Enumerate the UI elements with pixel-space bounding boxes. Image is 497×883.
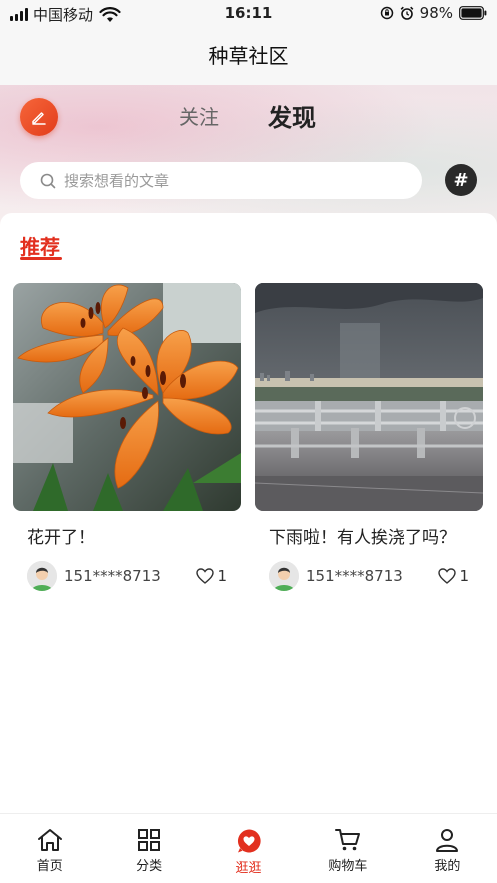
tab-home[interactable]: 首页 (0, 814, 99, 883)
grid-icon (138, 829, 161, 851)
user-avatar-icon (27, 561, 57, 591)
post-card[interactable]: 花开了！ 151****8713 1 (13, 283, 241, 592)
page-title: 种草社区 (208, 44, 289, 68)
tab-cart-label: 购物车 (328, 859, 368, 874)
battery-icon (459, 6, 487, 20)
avatar[interactable] (269, 561, 299, 591)
tab-browse[interactable]: 逛逛 (199, 814, 298, 883)
feed-panel: 推荐 花开了！ 151****8713 1 下雨啦！有人挨浇了吗？ 151***… (0, 213, 497, 813)
cart-icon (334, 829, 360, 851)
tab-profile-label: 我的 (434, 859, 461, 874)
tab-category[interactable]: 分类 (99, 814, 198, 883)
rotation-lock-icon (380, 6, 393, 20)
tab-browse-label: 逛逛 (235, 861, 262, 876)
section-title: 推荐 (20, 235, 60, 259)
author-name: 151****8713 (64, 567, 161, 585)
tab-cart[interactable]: 购物车 (298, 814, 397, 883)
write-post-button[interactable] (20, 98, 58, 136)
tab-discover[interactable]: 发现 (268, 98, 316, 133)
search-icon (40, 173, 56, 188)
tab-home-label: 首页 (36, 859, 63, 874)
like-button[interactable]: 1 (438, 567, 469, 585)
battery-percent: 98% (419, 4, 453, 22)
user-avatar-icon (269, 561, 299, 591)
home-icon (37, 829, 62, 851)
search-placeholder: 搜索想看的文章 (64, 172, 170, 190)
like-count: 1 (459, 567, 469, 585)
like-count: 1 (217, 567, 227, 585)
tab-profile[interactable]: 我的 (398, 814, 497, 883)
post-meta: 151****8713 1 (27, 560, 227, 592)
pencil-icon (32, 112, 46, 125)
heart-outline-icon (196, 568, 215, 584)
status-bar: 中国移动 16:11 98% (0, 0, 497, 28)
user-icon (436, 829, 459, 852)
avatar[interactable] (27, 561, 57, 591)
post-image-lily[interactable] (13, 283, 241, 511)
topics-button[interactable]: # (445, 164, 477, 196)
heart-bubble-icon (237, 829, 261, 853)
post-meta: 151****8713 1 (269, 560, 469, 592)
tab-follow[interactable]: 关注 (179, 101, 219, 130)
nav-bar: 种草社区 (0, 28, 497, 85)
post-title[interactable]: 下雨啦！有人挨浇了吗？ (269, 525, 469, 552)
post-card[interactable]: 下雨啦！有人挨浇了吗？ 151****8713 1 (255, 283, 483, 592)
author-name: 151****8713 (306, 567, 403, 585)
hashtag-icon: # (453, 169, 469, 191)
search-input[interactable]: 搜索想看的文章 (20, 162, 422, 199)
like-button[interactable]: 1 (196, 567, 227, 585)
post-image-rain[interactable] (255, 283, 483, 511)
community-header: 关注 发现 搜索想看的文章 # (0, 85, 497, 225)
alarm-icon (400, 6, 414, 20)
bottom-nav: 首页 分类 逛逛 购物车 我的 (0, 813, 497, 883)
heart-outline-icon (438, 568, 457, 584)
tab-category-label: 分类 (136, 859, 163, 874)
post-title[interactable]: 花开了！ (27, 525, 227, 552)
section-underline (20, 257, 62, 260)
